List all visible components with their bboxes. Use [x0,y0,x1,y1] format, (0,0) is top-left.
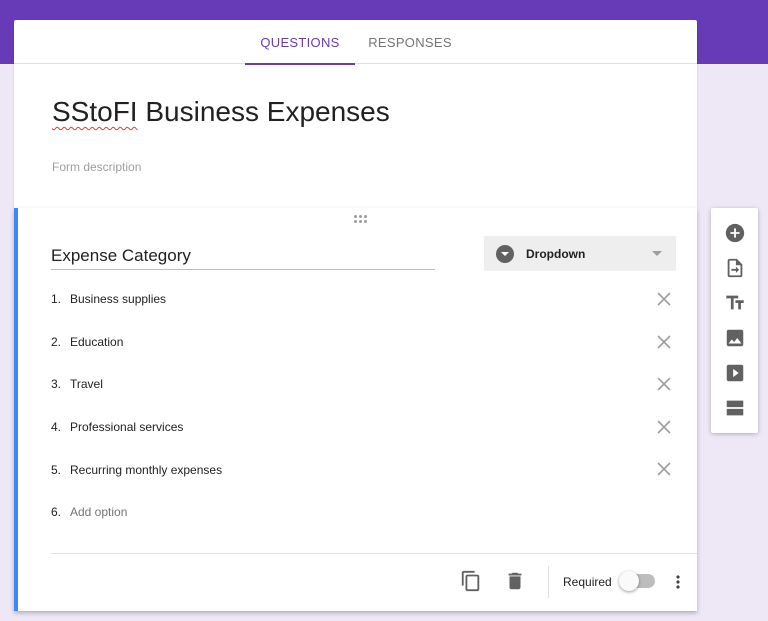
option-list: 1. Business supplies 2. Education 3. Tra… [51,278,671,534]
remove-option-icon[interactable] [657,292,671,306]
option-item[interactable]: 2. Education [51,321,671,364]
form-title[interactable]: SStoFI Business Expenses [52,96,390,128]
add-title-icon[interactable] [724,292,746,314]
toggle-knob [619,571,639,591]
question-title-input[interactable]: Expense Category [51,246,435,270]
question-card: Expense Category Dropdown 1. Business su… [14,208,697,611]
option-item[interactable]: 5. Recurring monthly expenses [51,448,671,491]
footer-separator [548,566,549,598]
add-option-row[interactable]: 6. Add option [51,491,671,534]
option-item[interactable]: 4. Professional services [51,406,671,449]
drag-handle-icon[interactable] [352,215,368,223]
option-number: 5. [51,462,62,477]
remove-option-icon[interactable] [657,420,671,434]
option-number: 3. [51,377,62,392]
required-toggle[interactable] [619,571,655,591]
tab-questions[interactable]: QUESTIONS [245,20,355,65]
option-label[interactable]: Recurring monthly expenses [70,463,671,477]
footer-divider [51,553,697,554]
option-label[interactable]: Education [70,335,671,349]
option-number: 4. [51,420,62,435]
remove-option-icon[interactable] [657,377,671,391]
required-label: Required [563,575,612,589]
option-label[interactable]: Business supplies [70,292,671,306]
form-title-rest: Business Expenses [137,96,390,127]
trash-icon[interactable] [504,570,526,592]
chevron-down-icon [652,251,662,256]
question-type-dropdown[interactable]: Dropdown [484,236,676,271]
option-number: 1. [51,292,62,307]
option-label[interactable]: Professional services [70,420,671,434]
option-item[interactable]: 1. Business supplies [51,278,671,321]
add-question-icon[interactable] [724,222,746,244]
more-vert-icon[interactable] [668,572,688,592]
remove-option-icon[interactable] [657,462,671,476]
form-title-misspelled-word: SStoFI [52,96,138,127]
dropdown-type-icon [496,244,514,263]
option-number: 6. [51,505,62,520]
form-header-card: QUESTIONS RESPONSES SStoFI Business Expe… [14,20,697,208]
tab-responses[interactable]: RESPONSES [362,20,458,64]
option-number: 2. [51,334,62,349]
add-option-button[interactable]: Add option [70,505,671,519]
duplicate-icon[interactable] [460,570,482,592]
remove-option-icon[interactable] [657,335,671,349]
form-description-field[interactable]: Form description [52,160,141,174]
add-image-icon[interactable] [724,327,746,349]
import-questions-icon[interactable] [724,257,746,279]
add-video-icon[interactable] [724,362,746,384]
option-label[interactable]: Travel [70,377,671,391]
add-section-icon[interactable] [724,397,746,419]
option-item[interactable]: 3. Travel [51,363,671,406]
question-type-label: Dropdown [526,246,586,261]
tab-bar: QUESTIONS RESPONSES [14,20,697,65]
side-toolbar [711,208,758,433]
